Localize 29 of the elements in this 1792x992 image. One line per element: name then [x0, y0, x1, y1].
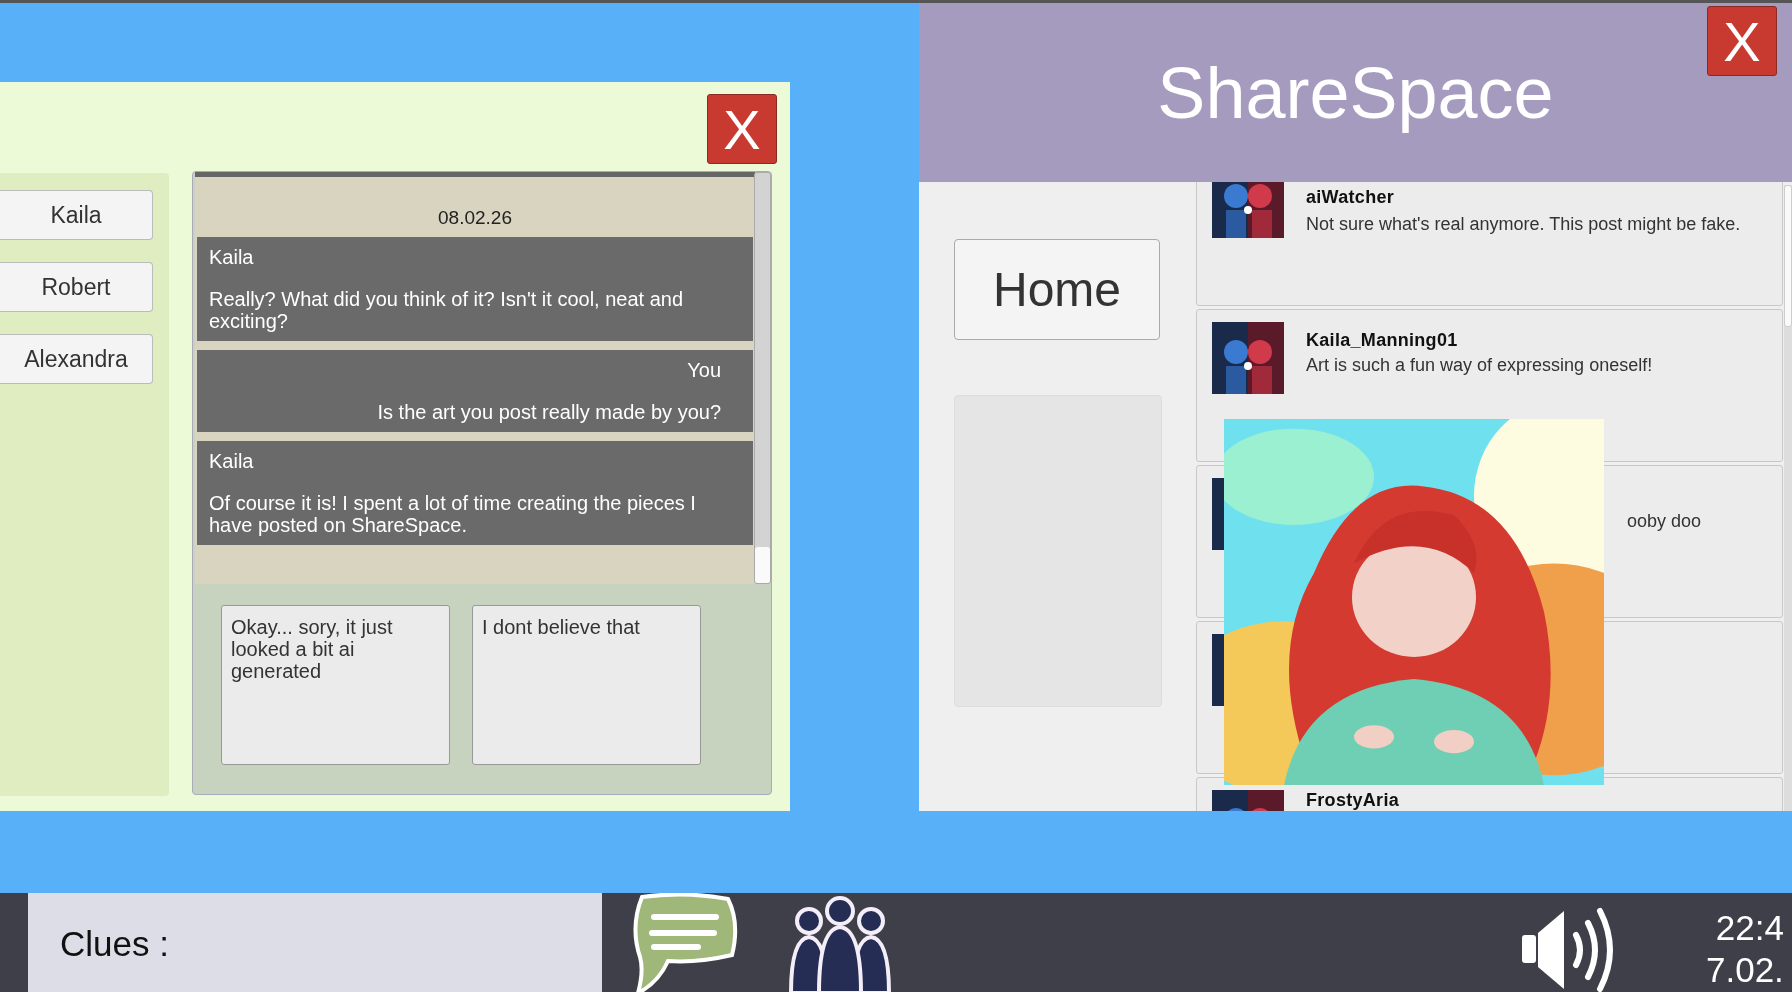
message-sender: Kaila — [209, 450, 255, 472]
post-text: Art is such a fun way of expressing oneself! — [1306, 355, 1653, 376]
message-text: Really? What did you think of it? Isn't it cool, neat and exciting? — [209, 288, 685, 332]
chat-date: 08.02.26 — [437, 206, 513, 229]
message-sender: Kaila — [209, 246, 255, 268]
scrollbar[interactable] — [1784, 185, 1792, 811]
reply-option[interactable]: Okay... sory, it just looked a bit ai generated — [221, 605, 450, 765]
post-text: ooby doo — [1627, 511, 1702, 532]
scrollbar[interactable] — [754, 172, 771, 584]
message-text: Of course it is! I spent a lot of time creating the pieces I have posted on ShareSpace. — [209, 492, 697, 536]
app-title: ShareSpace — [1157, 51, 1554, 134]
post-username: FrostyAria — [1306, 790, 1400, 811]
home-button[interactable]: Home — [954, 239, 1160, 340]
contact-button[interactable]: Kaila — [0, 190, 153, 240]
post-text: Not sure what's real anymore. This post might be fake. — [1306, 214, 1741, 235]
post-username: Kaila_Manning01 — [1306, 330, 1458, 351]
contact-button[interactable]: Robert — [0, 262, 153, 312]
reply-option[interactable]: I dont believe that — [472, 605, 701, 765]
post-username: aiWatcher — [1306, 187, 1395, 208]
clock-time: 22:4 — [1714, 907, 1784, 949]
clues-label: Clues : — [60, 924, 169, 964]
contact-button[interactable]: Alexandra — [0, 334, 153, 384]
scroll-thumb[interactable] — [755, 547, 770, 583]
message-sender: You — [686, 359, 721, 381]
clock-date: 7.02. — [1706, 949, 1784, 991]
scroll-thumb[interactable] — [1784, 185, 1792, 327]
close-button[interactable]: X — [707, 94, 777, 164]
close-button[interactable]: X — [1707, 6, 1777, 76]
message-text: Is the art you post really made by you? — [376, 401, 721, 423]
